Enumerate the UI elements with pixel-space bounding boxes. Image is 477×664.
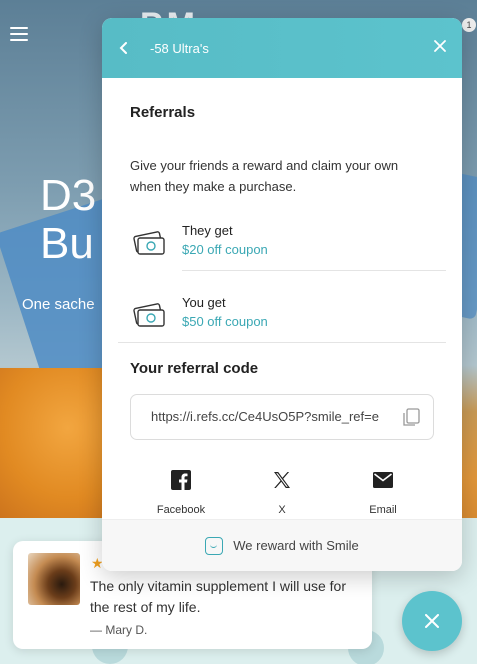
smile-logo-icon: [205, 536, 224, 555]
copy-icon[interactable]: [401, 407, 421, 427]
panel-header: -58 Ultra's: [102, 18, 462, 78]
cart-count-badge[interactable]: 1: [462, 18, 476, 32]
footer-text: We reward with Smile: [233, 538, 359, 553]
reward-amount: $20 off coupon: [182, 242, 268, 257]
smile-footer[interactable]: We reward with Smile: [102, 519, 462, 571]
referrals-heading: Referrals: [130, 104, 196, 121]
referrals-description: Give your friends a reward and claim you…: [130, 158, 399, 194]
email-icon[interactable]: [343, 468, 423, 492]
reward-they-get: They get $20 off coupon: [132, 218, 448, 278]
close-icon[interactable]: [434, 39, 446, 57]
reward-recipient: They get: [182, 223, 233, 238]
menu-icon[interactable]: [10, 27, 28, 41]
rewards-panel: -58 Ultra's Referrals Give your friends …: [102, 18, 462, 571]
reward-recipient: You get: [182, 295, 226, 310]
coupon-cash-icon: [133, 231, 165, 255]
review-text: The only vitamin supplement I will use f…: [90, 578, 346, 615]
reward-amount: $50 off coupon: [182, 314, 268, 329]
share-label: X: [278, 504, 286, 516]
share-x[interactable]: X: [242, 468, 322, 516]
rewards-launcher-close-button[interactable]: [402, 591, 462, 651]
hero-subtitle: One sache: [22, 296, 95, 313]
share-label: Email: [369, 504, 397, 516]
panel-title: -58 Ultra's: [150, 40, 209, 56]
coupon-cash-icon: [133, 303, 165, 327]
panel-content[interactable]: Referrals Give your friends a reward and…: [102, 78, 462, 519]
divider: [118, 342, 446, 343]
share-facebook[interactable]: Facebook: [141, 468, 221, 516]
review-author: — Mary D.: [90, 623, 148, 637]
reward-you-get: You get $50 off coupon: [132, 290, 448, 350]
x-icon[interactable]: [242, 468, 322, 492]
back-chevron-icon[interactable]: [118, 38, 150, 59]
facebook-icon[interactable]: [141, 468, 221, 492]
divider: [182, 270, 446, 271]
share-email[interactable]: Email: [343, 468, 423, 516]
referral-code-value[interactable]: https://i.refs.cc/Ce4UsO5P?smile_ref=e: [151, 409, 391, 424]
close-icon[interactable]: [425, 614, 439, 628]
referral-code-field[interactable]: https://i.refs.cc/Ce4UsO5P?smile_ref=e: [130, 394, 434, 440]
hero-title: D3 Bu: [40, 171, 97, 268]
share-label: Facebook: [156, 504, 206, 516]
referral-code-heading: Your referral code: [130, 360, 259, 377]
review-product-image: [28, 553, 80, 605]
